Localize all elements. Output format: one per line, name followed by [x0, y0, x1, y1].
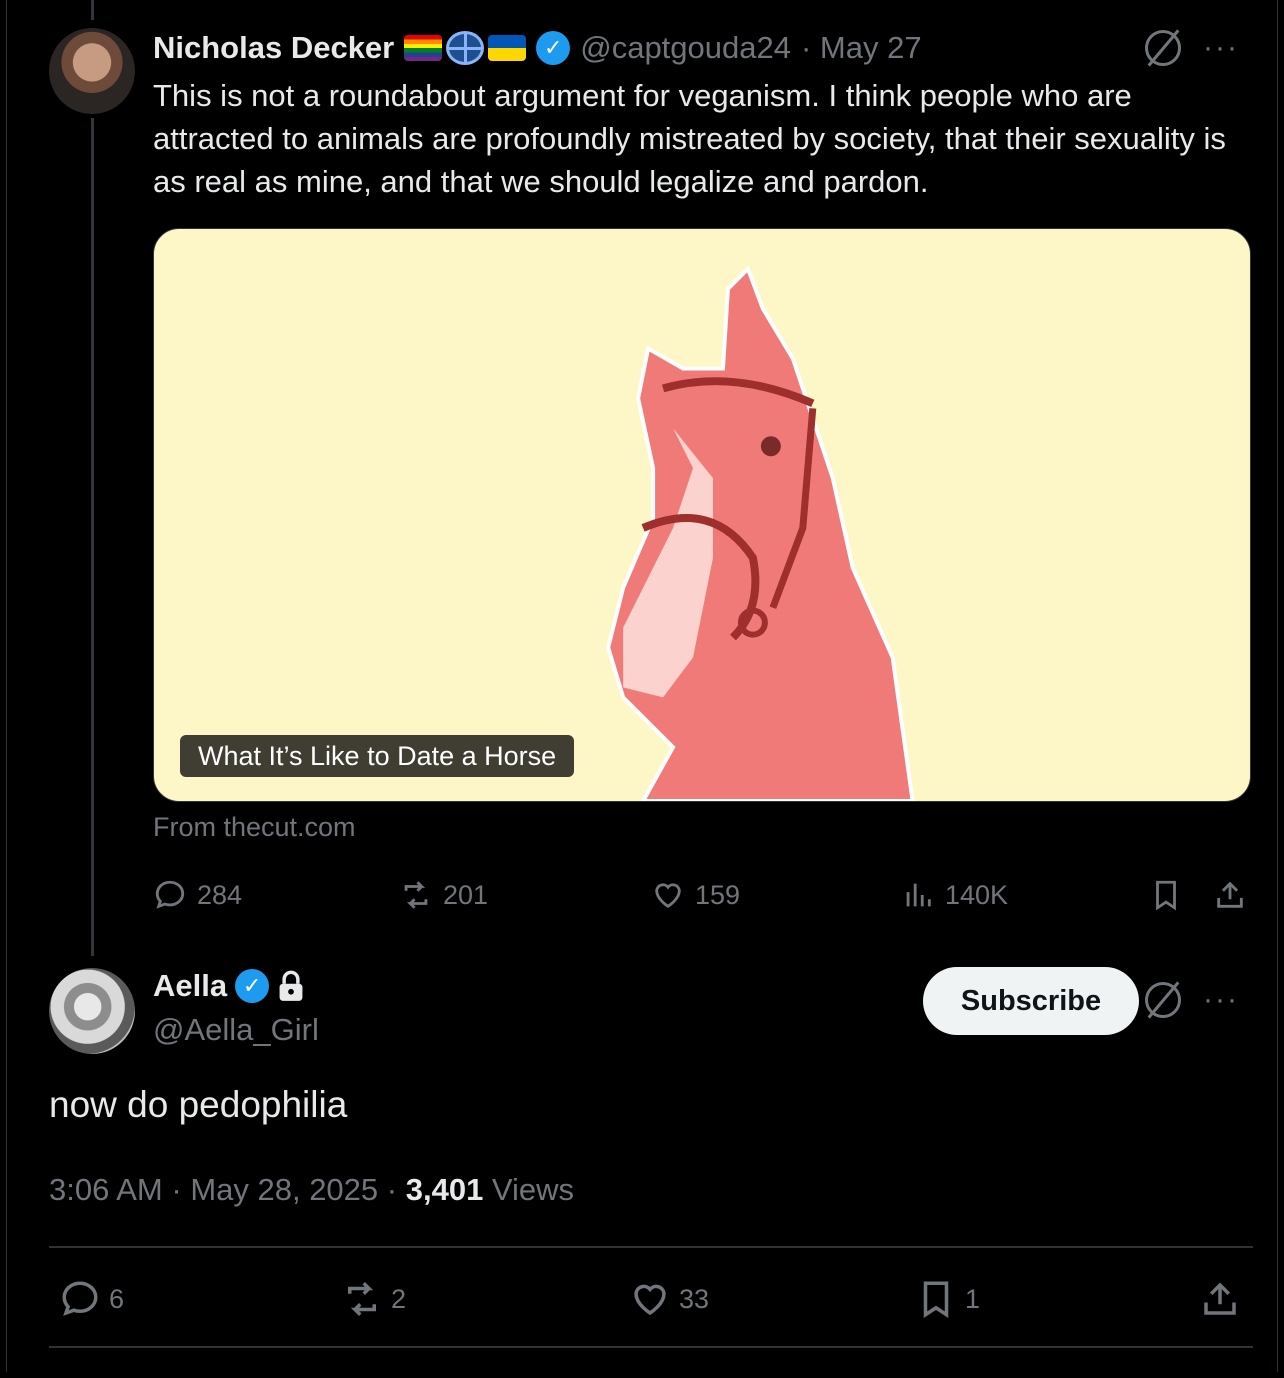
globe-icon — [446, 31, 485, 65]
avatar[interactable] — [49, 28, 135, 114]
repost-button[interactable]: 201 — [399, 870, 488, 920]
repost-count: 2 — [391, 1283, 407, 1314]
tweet-top-actions: ··· — [1145, 982, 1239, 1018]
views-button[interactable]: 140K — [901, 870, 1008, 920]
bookmark-button[interactable] — [1149, 870, 1183, 920]
share-icon — [1204, 1282, 1236, 1315]
tweet-thread: Nicholas Decker ✓ @captgouda24 · May 27 … — [6, 0, 1278, 1372]
views-count: 3,401 — [405, 1172, 484, 1207]
divider — [49, 1346, 1253, 1348]
tweet-meta: 3:06 AM · May 28, 2025 · 3,401 Views — [49, 1172, 574, 1208]
card-title[interactable]: What It’s Like to Date a Horse — [180, 735, 575, 777]
reply-button[interactable]: 6 — [59, 1272, 124, 1326]
more-icon[interactable]: ··· — [1203, 985, 1239, 1015]
grok-icon[interactable] — [1145, 30, 1182, 66]
views-label: Views — [483, 1172, 575, 1207]
author-name[interactable]: Aella — [153, 968, 227, 1004]
reply-icon — [62, 1281, 98, 1316]
bookmark-count: 1 — [965, 1283, 981, 1314]
reply-count: 284 — [197, 879, 243, 910]
meta-separator: · — [162, 1172, 191, 1207]
tweet-text: This is not a roundabout argument for ve… — [153, 78, 1226, 199]
bookmark-icon — [1156, 880, 1176, 911]
tweet-date[interactable]: · May 27 — [801, 30, 922, 66]
reply-count: 6 — [109, 1283, 125, 1314]
heart-icon — [634, 1284, 666, 1316]
thread-line — [91, 118, 94, 956]
like-count: 159 — [695, 879, 741, 910]
ukraine-flag-icon — [488, 35, 527, 61]
share-icon — [1217, 881, 1243, 908]
meta-separator: · — [378, 1172, 406, 1207]
reply-icon — [155, 880, 185, 909]
bookmark-button[interactable]: 1 — [915, 1272, 980, 1326]
heart-icon — [655, 883, 681, 909]
author-handle[interactable]: @captgouda24 — [580, 30, 791, 66]
tweet-header: Aella ✓ — [153, 968, 305, 1004]
share-button[interactable] — [1199, 1272, 1241, 1326]
author-name[interactable]: Nicholas Decker — [153, 30, 394, 66]
tweet-date[interactable]: May 28, 2025 — [190, 1172, 378, 1207]
author-handle[interactable]: @Aella_Girl — [153, 1012, 319, 1048]
analytics-icon — [906, 883, 931, 907]
repost-count: 201 — [443, 879, 489, 910]
rainbow-flag-icon — [404, 35, 443, 61]
tweet-header: Nicholas Decker ✓ @captgouda24 · May 27 — [153, 28, 922, 68]
lock-icon — [279, 970, 303, 1001]
link-card[interactable]: What It’s Like to Date a Horse — [153, 228, 1251, 802]
verified-badge-icon[interactable]: ✓ — [235, 969, 270, 1003]
repost-icon — [348, 1282, 376, 1316]
tweet-text: now do pedophilia — [49, 1084, 348, 1125]
horse-image — [606, 265, 915, 801]
tweet-actions: 284 201 159 140K — [153, 870, 1253, 920]
like-count: 33 — [679, 1283, 710, 1314]
tweet-actions: 6 2 33 1 — [49, 1272, 1253, 1326]
card-source[interactable]: From thecut.com — [153, 812, 356, 843]
verified-badge-icon[interactable]: ✓ — [536, 31, 571, 65]
share-button[interactable] — [1213, 870, 1247, 920]
repost-icon — [404, 881, 428, 909]
like-button[interactable]: 159 — [651, 870, 740, 920]
divider — [49, 1246, 1253, 1248]
reply-button[interactable]: 284 — [153, 870, 242, 920]
bookmark-icon — [923, 1281, 949, 1319]
name-emoji-flags — [404, 31, 527, 65]
thread-line-top — [91, 0, 94, 20]
avatar[interactable] — [49, 968, 135, 1054]
tweet-time[interactable]: 3:06 AM — [49, 1172, 163, 1207]
more-icon[interactable]: ··· — [1203, 33, 1239, 63]
subscribe-button[interactable]: Subscribe — [923, 967, 1139, 1035]
views-count: 140K — [945, 879, 1009, 910]
like-button[interactable]: 33 — [629, 1272, 709, 1326]
grok-icon[interactable] — [1145, 982, 1182, 1018]
repost-button[interactable]: 2 — [341, 1272, 406, 1326]
tweet-top-actions: ··· — [1145, 30, 1239, 66]
